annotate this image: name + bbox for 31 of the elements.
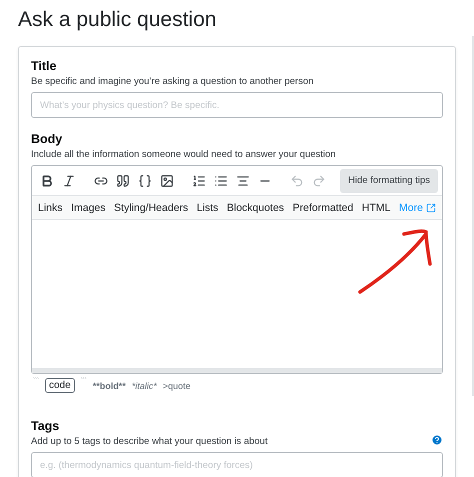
markdown-hint: *italic* xyxy=(132,380,157,390)
bullet-list-icon[interactable] xyxy=(214,174,228,188)
tips-tab[interactable]: Lists xyxy=(196,202,218,214)
help-icon[interactable] xyxy=(431,434,443,446)
tips-tab[interactable]: HTML xyxy=(362,202,390,214)
field-label: Tags xyxy=(31,419,60,433)
italic-icon[interactable] xyxy=(62,174,76,188)
page-title: Ask a public question xyxy=(18,8,218,32)
ordered-list-icon[interactable] xyxy=(192,174,206,188)
field-label: Body xyxy=(31,132,64,146)
external-link-icon xyxy=(426,202,436,212)
field-label: Title xyxy=(31,59,58,73)
tips-tab[interactable]: Links xyxy=(38,202,63,214)
tips-tab[interactable]: Blockquotes xyxy=(226,202,284,214)
code-icon[interactable] xyxy=(138,174,152,188)
markdown-hint: >quote xyxy=(162,380,190,390)
tags-input-field[interactable]: e.g. (thermodynamics quantum-field-theory forces) xyxy=(31,452,443,477)
quote-icon[interactable] xyxy=(116,174,130,188)
image-icon[interactable] xyxy=(160,174,174,188)
tips-tab[interactable]: Styling/Headers xyxy=(114,202,188,214)
markdown-hint: **bold** xyxy=(92,380,126,390)
field-hint: Be specific and imagine you’re asking a question to another person xyxy=(31,76,315,87)
field-hint: Include all the information someone would need to answer your question xyxy=(31,149,337,160)
tips-tab[interactable]: Images xyxy=(71,202,106,214)
hide-tips-button[interactable]: Hide formatting tips xyxy=(340,168,438,192)
title-input-field[interactable]: What’s your physics question? Be specific. xyxy=(31,92,443,118)
markdown-hint: code xyxy=(45,378,75,393)
bold-icon[interactable] xyxy=(40,174,54,188)
field-hint: Add up to 5 tags to describe what your question is about xyxy=(31,436,268,447)
resize-handle[interactable] xyxy=(32,368,442,373)
tips-tab[interactable]: Preformatted xyxy=(292,202,354,214)
